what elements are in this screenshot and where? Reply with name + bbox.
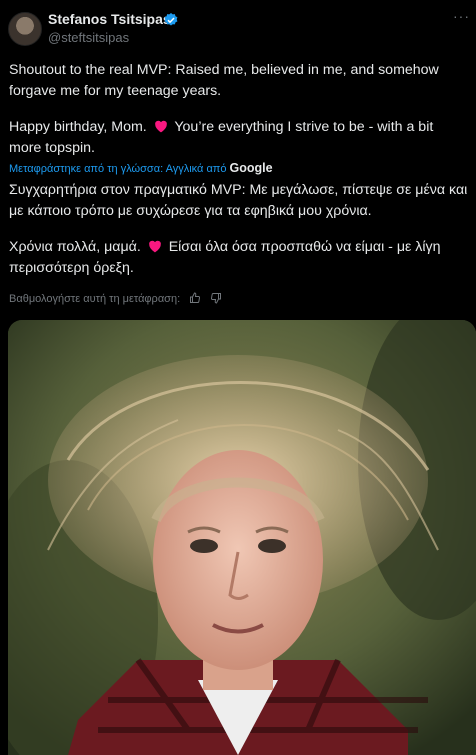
tweet-text-line1: Shoutout to the real MVP: Raised me, bel… bbox=[9, 62, 439, 99]
rate-translation: Βαθμολογήστε αυτή τη μετάφραση: bbox=[9, 292, 222, 305]
tweet-photo[interactable] bbox=[8, 320, 476, 755]
translation-label: Μεταφράστηκε από τη γλώσσα: Αγγλικά από bbox=[9, 163, 227, 175]
translated-text-birthday: Χρόνια πολλά, μαμά. bbox=[9, 239, 141, 255]
thumbs-up-icon[interactable] bbox=[189, 292, 201, 304]
avatar[interactable] bbox=[8, 12, 42, 46]
rate-translation-label: Βαθμολογήστε αυτή τη μετάφραση: bbox=[9, 293, 181, 305]
author-name[interactable]: Stefanos Tsitsipas bbox=[48, 11, 171, 27]
tweet-text-line2: Happy birthday, Mom. You’re everything I… bbox=[9, 117, 469, 159]
translation-attribution: Μεταφράστηκε από τη γλώσσα: Αγγλικά από G… bbox=[9, 161, 273, 175]
thumbs-down-icon[interactable] bbox=[210, 292, 222, 304]
tweet-card: Stefanos Tsitsipas @steftsitsipas ··· Sh… bbox=[0, 0, 476, 755]
more-icon[interactable]: ··· bbox=[453, 8, 470, 24]
heart-icon bbox=[154, 120, 167, 133]
translated-text-line2: Χρόνια πολλά, μαμά. Είσαι όλα όσα προσπα… bbox=[9, 237, 469, 279]
google-logo[interactable]: Google bbox=[230, 161, 273, 175]
tweet-text-birthday: Happy birthday, Mom. bbox=[9, 119, 147, 135]
translated-text-line1: Συγχαρητήρια στον πραγματικό MVP: Με μεγ… bbox=[9, 182, 468, 219]
verified-badge-icon bbox=[164, 13, 178, 26]
author-handle[interactable]: @steftsitsipas bbox=[48, 30, 129, 45]
photo-portrait bbox=[8, 320, 476, 755]
heart-icon bbox=[148, 240, 161, 253]
